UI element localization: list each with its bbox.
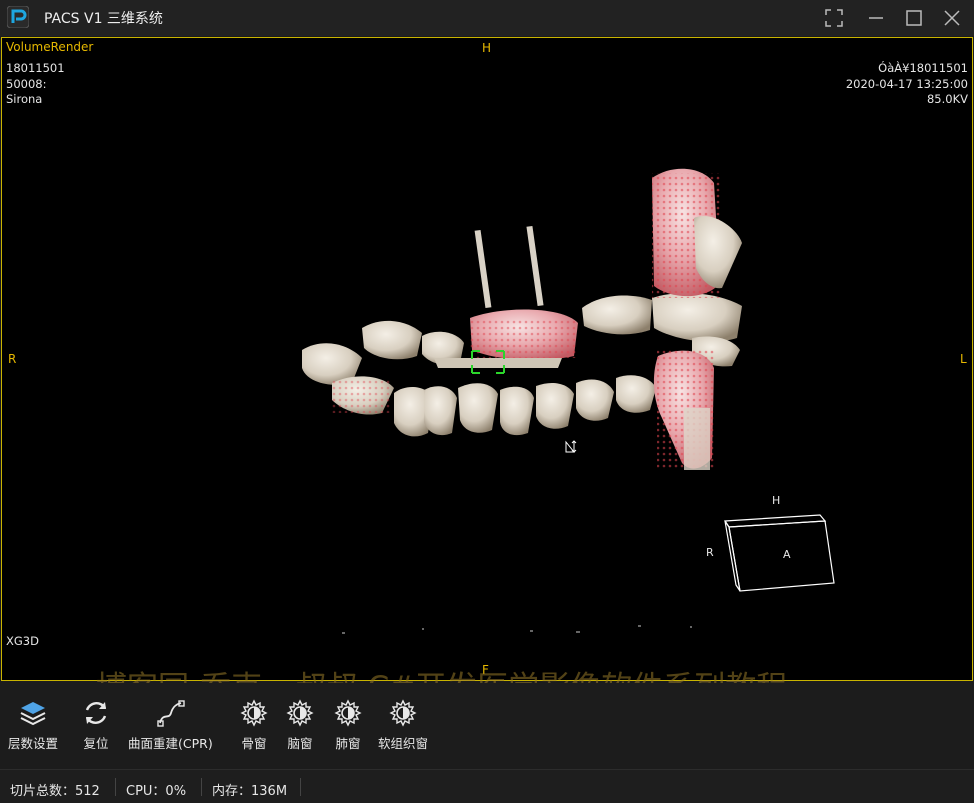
layers-icon bbox=[20, 702, 46, 726]
reset-button[interactable]: 复位 bbox=[80, 697, 112, 752]
status-divider bbox=[115, 778, 116, 796]
cursor-icon bbox=[565, 440, 577, 453]
orient-right-label: L bbox=[960, 352, 967, 366]
curve-icon bbox=[157, 700, 186, 727]
lower-arch bbox=[332, 358, 656, 437]
manufacturer: Sirona bbox=[6, 92, 43, 106]
fullscreen-icon bbox=[825, 9, 843, 27]
title-bar: PACS V1 三维系统 bbox=[0, 0, 974, 36]
toolbar: 层数设置 复位 曲面重建(CPR) 骨窗 脑窗 肺窗 软组织窗 bbox=[0, 683, 974, 767]
cpu-usage: CPU：0% bbox=[126, 784, 187, 799]
toolbar-label: 脑窗 bbox=[287, 736, 313, 751]
soft-tissue-window-button[interactable]: 软组织窗 bbox=[378, 697, 428, 752]
window-title: PACS V1 三维系统 bbox=[44, 11, 163, 27]
fullscreen-button[interactable] bbox=[822, 6, 846, 30]
status-divider bbox=[300, 778, 301, 796]
slice-count: 切片总数：512 bbox=[10, 784, 100, 799]
window-level-icon bbox=[334, 699, 362, 727]
implant-posts bbox=[474, 225, 544, 309]
bottom-left-label: XG3D bbox=[6, 634, 39, 648]
orientation-cube bbox=[723, 514, 835, 592]
status-bar: 切片总数：512 CPU：0% 内存：136M bbox=[0, 769, 974, 803]
tube-voltage: 85.0KV bbox=[926, 92, 968, 106]
render-mode-label: VolumeRender bbox=[6, 40, 94, 54]
maximize-icon bbox=[906, 10, 922, 26]
study-datetime: 2020-04-17 13:25:00 bbox=[845, 77, 968, 91]
upper-implant-block bbox=[652, 168, 742, 298]
toolbar-label: 骨窗 bbox=[241, 736, 267, 751]
patient-id: 18011501 bbox=[6, 61, 65, 75]
noise-specks bbox=[342, 625, 692, 634]
close-button[interactable] bbox=[940, 6, 964, 30]
minimize-icon bbox=[869, 17, 883, 19]
orient-top-label: H bbox=[482, 41, 492, 55]
cube-label-front: A bbox=[783, 548, 791, 561]
series-number: 50008: bbox=[6, 77, 47, 91]
lower-implant bbox=[653, 350, 715, 470]
cpr-button[interactable]: 曲面重建(CPR) bbox=[128, 697, 213, 752]
status-divider bbox=[201, 778, 202, 796]
toolbar-label: 肺窗 bbox=[335, 736, 361, 751]
toolbar-label: 复位 bbox=[83, 736, 109, 751]
volume-render-image bbox=[302, 168, 835, 634]
toolbar-label: 曲面重建(CPR) bbox=[128, 736, 213, 751]
window-level-icon bbox=[286, 699, 314, 727]
toolbar-label: 软组织窗 bbox=[378, 736, 429, 751]
volume-render-viewport[interactable]: VolumeRender H R L F 18011501 50008: Sir… bbox=[1, 37, 973, 681]
orient-left-label: R bbox=[8, 352, 17, 366]
brain-window-button[interactable]: 脑窗 bbox=[284, 697, 316, 752]
bone-window-button[interactable]: 骨窗 bbox=[238, 697, 270, 752]
cube-label-left: R bbox=[706, 546, 714, 559]
reset-icon bbox=[85, 702, 107, 724]
maximize-button[interactable] bbox=[902, 6, 926, 30]
close-icon bbox=[944, 10, 960, 26]
window-level-icon bbox=[240, 699, 268, 727]
layer-settings-button[interactable]: 层数设置 bbox=[8, 697, 58, 752]
minimize-button[interactable] bbox=[864, 6, 888, 30]
window-level-icon bbox=[389, 699, 417, 727]
app-logo-icon bbox=[7, 6, 29, 28]
memory-usage: 内存：136M bbox=[212, 784, 288, 799]
toolbar-label: 层数设置 bbox=[8, 736, 59, 751]
patient-name: ÓàÀ¥18011501 bbox=[878, 61, 968, 75]
cube-label-top: H bbox=[772, 494, 781, 507]
lung-window-button[interactable]: 肺窗 bbox=[332, 697, 364, 752]
